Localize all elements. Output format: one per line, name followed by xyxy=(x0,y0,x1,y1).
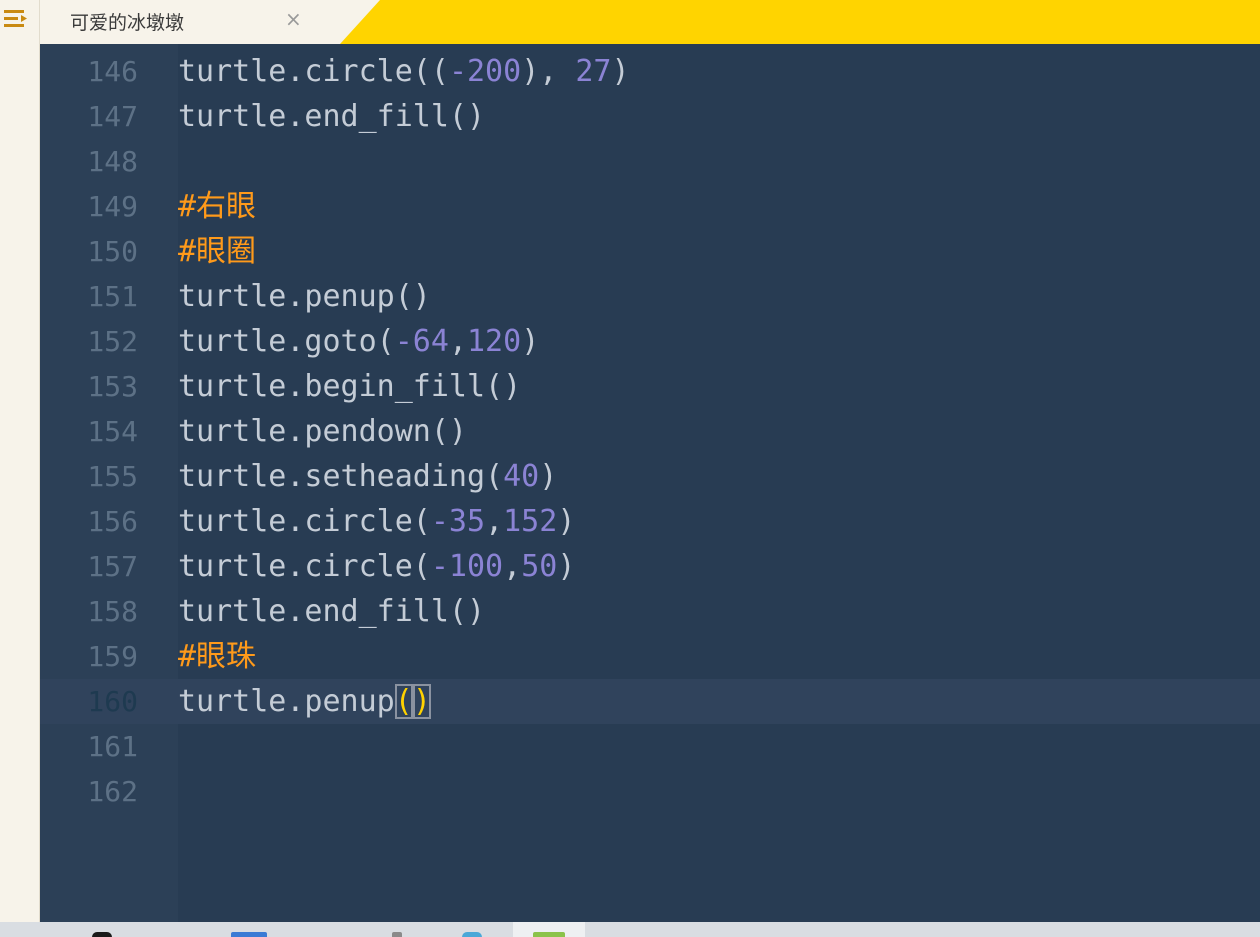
code-token: turtle.pendown() xyxy=(178,414,467,449)
code-line[interactable]: 152 turtle.goto(-64,120) xyxy=(40,319,1260,364)
code-text: turtle.circle(-35,152) xyxy=(178,499,575,544)
line-number: 153 xyxy=(87,370,138,403)
code-token: ) xyxy=(539,459,558,494)
code-text: #眼圈 xyxy=(178,229,256,274)
code-number: 120 xyxy=(467,324,522,359)
code-text: turtle.end_fill() xyxy=(178,94,485,139)
code-token: turtle.circle(( xyxy=(178,54,449,89)
line-number: 158 xyxy=(87,595,138,628)
code-comment: #右眼 xyxy=(178,189,257,224)
code-token: turtle.circle( xyxy=(178,549,431,584)
taskbar-item[interactable] xyxy=(392,932,402,937)
code-number: 27 xyxy=(575,54,612,89)
code-line[interactable]: 151 turtle.penup() xyxy=(40,274,1260,319)
code-line[interactable]: 158 turtle.end_fill() xyxy=(40,589,1260,634)
line-number: 155 xyxy=(87,460,138,493)
code-line[interactable]: 155 turtle.setheading(40) xyxy=(40,454,1260,499)
code-token: turtle.penup() xyxy=(178,279,431,314)
code-token: turtle.setheading( xyxy=(178,459,504,494)
code-token: ) xyxy=(611,54,630,89)
line-number: 146 xyxy=(87,55,138,88)
line-number: 148 xyxy=(87,145,138,178)
line-number: 156 xyxy=(87,505,138,538)
code-text: turtle.pendown() xyxy=(178,409,467,454)
line-number: 154 xyxy=(87,415,138,448)
menu-icon[interactable] xyxy=(4,8,28,30)
code-line[interactable]: 149 #右眼 xyxy=(40,184,1260,229)
line-number: 159 xyxy=(87,640,138,673)
code-line[interactable]: 153 turtle.begin_fill() xyxy=(40,364,1260,409)
matched-bracket: ( xyxy=(394,684,413,719)
line-number: 149 xyxy=(87,190,138,223)
close-icon[interactable]: × xyxy=(285,7,302,31)
code-token: turtle.penup xyxy=(178,684,395,719)
code-number: -64 xyxy=(394,324,449,359)
code-line[interactable]: 156 turtle.circle(-35,152) xyxy=(40,499,1260,544)
code-lines: 146 turtle.circle((-200), 27) 147 turtle.en… xyxy=(40,49,1260,814)
code-token: , xyxy=(448,324,467,359)
code-token: turtle.end_fill() xyxy=(178,99,486,134)
code-number: -35 xyxy=(430,504,486,539)
line-number: 162 xyxy=(87,775,138,808)
code-token: ) xyxy=(557,504,576,539)
taskbar xyxy=(0,922,1260,937)
code-text: turtle.goto(-64,120) xyxy=(178,319,539,364)
line-number: 150 xyxy=(87,235,138,268)
code-token: ), xyxy=(521,54,576,89)
line-number: 160 xyxy=(87,685,138,718)
code-line[interactable]: 148 xyxy=(40,139,1260,184)
code-line[interactable]: 162 xyxy=(40,769,1260,814)
code-text: turtle.penup() xyxy=(178,274,431,319)
code-text: turtle.begin_fill() xyxy=(178,364,521,409)
code-token: turtle.circle( xyxy=(178,504,431,539)
code-line[interactable]: 146 turtle.circle((-200), 27) xyxy=(40,49,1260,94)
code-token: , xyxy=(485,504,504,539)
tab-file[interactable]: 可爱的冰墩墩 × xyxy=(40,0,380,44)
code-text: turtle.end_fill() xyxy=(178,589,485,634)
code-line[interactable]: 157 turtle.circle(-100,50) xyxy=(40,544,1260,589)
code-text: #眼珠 xyxy=(178,634,256,679)
taskbar-item[interactable] xyxy=(231,932,267,937)
code-number: -200 xyxy=(448,54,522,89)
line-number: 151 xyxy=(87,280,138,313)
taskbar-item[interactable] xyxy=(92,932,112,937)
code-token: ) xyxy=(521,324,540,359)
code-line[interactable]: 147 turtle.end_fill() xyxy=(40,94,1260,139)
code-number: -100 xyxy=(430,549,504,584)
tab-title: 可爱的冰墩墩 xyxy=(70,12,185,34)
code-token: turtle.goto( xyxy=(178,324,395,359)
matched-bracket: ) xyxy=(412,684,431,719)
left-sidebar xyxy=(0,0,40,922)
code-line[interactable]: 159 #眼珠 xyxy=(40,634,1260,679)
line-number: 161 xyxy=(87,730,138,763)
taskbar-item[interactable] xyxy=(462,932,482,937)
code-token: , xyxy=(503,549,522,584)
code-text: turtle.setheading(40) xyxy=(178,454,557,499)
code-text: turtle.penup() xyxy=(178,679,431,724)
line-number: 152 xyxy=(87,325,138,358)
code-token: turtle.begin_fill() xyxy=(178,369,522,404)
line-number: 157 xyxy=(87,550,138,583)
code-token: turtle.end_fill() xyxy=(178,594,486,629)
code-comment: #眼圈 xyxy=(178,234,257,269)
line-number: 147 xyxy=(87,100,138,133)
code-line[interactable]: 154 turtle.pendown() xyxy=(40,409,1260,454)
code-text: turtle.circle((-200), 27) xyxy=(178,49,630,94)
code-line[interactable]: 161 xyxy=(40,724,1260,769)
code-comment: #眼珠 xyxy=(178,639,257,674)
code-number: 40 xyxy=(503,459,540,494)
code-text: turtle.circle(-100,50) xyxy=(178,544,575,589)
code-text: #右眼 xyxy=(178,184,256,229)
code-line[interactable]: 150 #眼圈 xyxy=(40,229,1260,274)
tab-bar: 可爱的冰墩墩 × xyxy=(40,0,1260,44)
code-line[interactable]: 160 turtle.penup() xyxy=(40,679,1260,724)
code-token: ) xyxy=(557,549,576,584)
taskbar-item[interactable] xyxy=(533,932,565,937)
code-number: 152 xyxy=(503,504,558,539)
code-number: 50 xyxy=(521,549,558,584)
code-editor[interactable]: 146 turtle.circle((-200), 27) 147 turtle.en… xyxy=(40,44,1260,922)
